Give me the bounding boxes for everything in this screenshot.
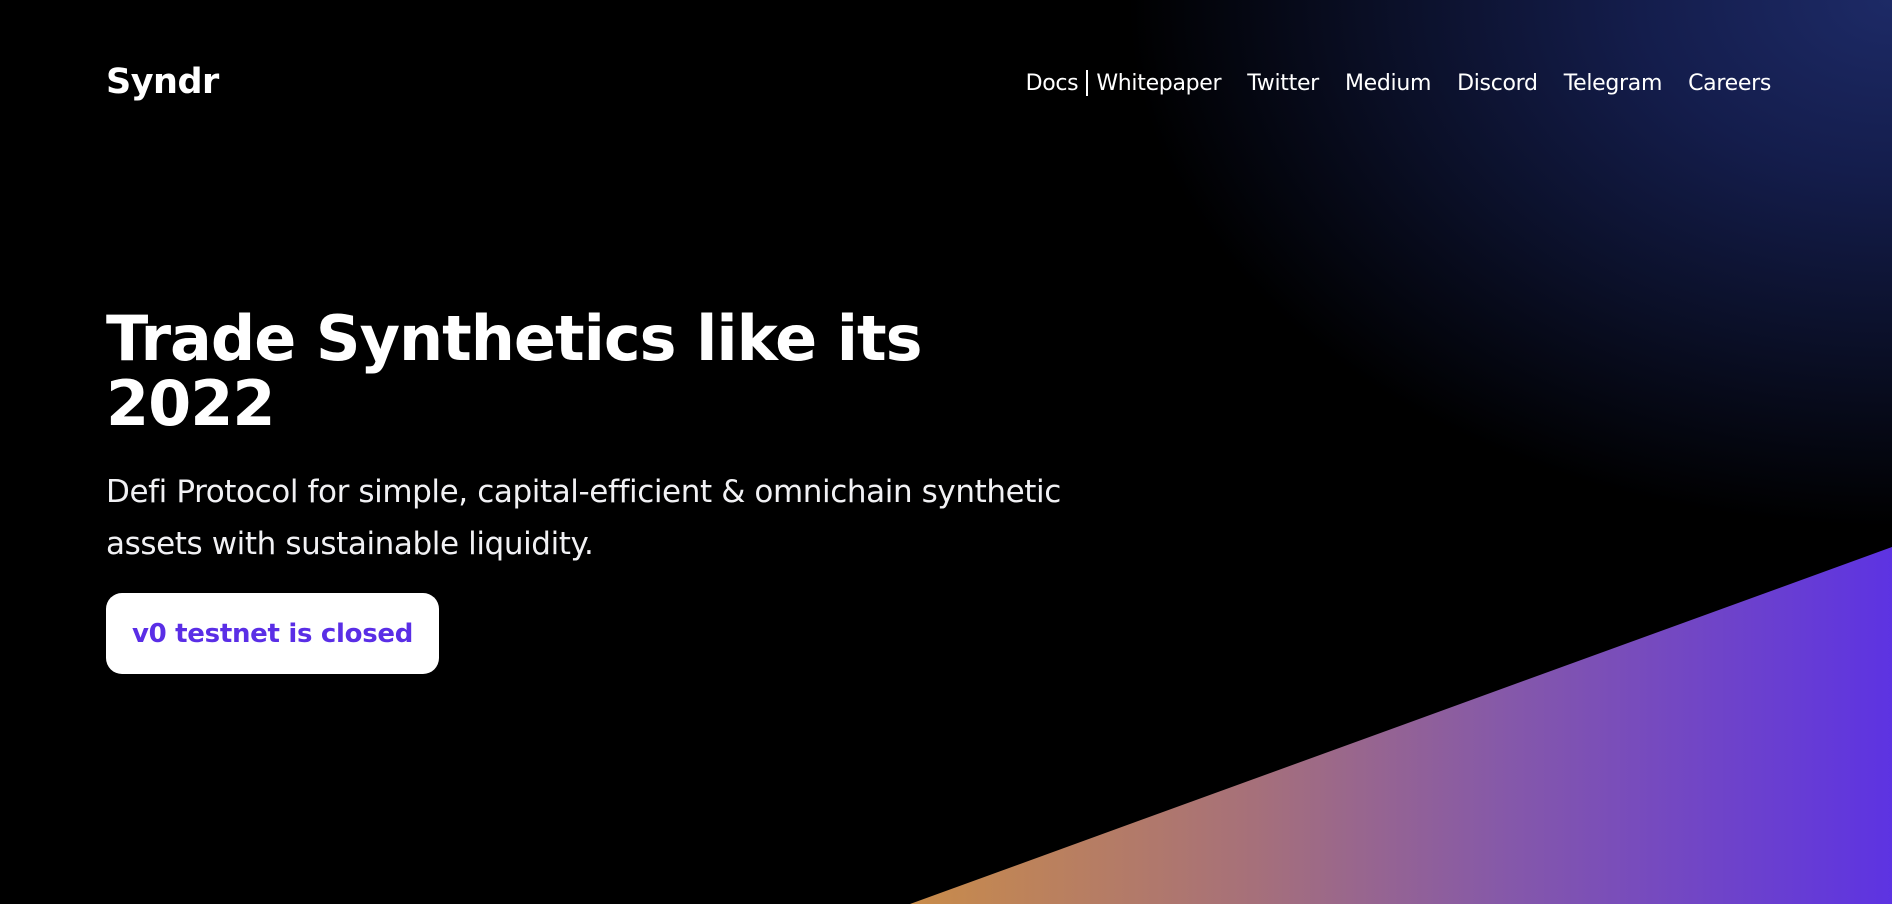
nav-link-twitter[interactable]: Twitter	[1247, 71, 1319, 96]
hero-subtitle: Defi Protocol for simple, capital-effici…	[106, 474, 1061, 562]
nav-link-whitepaper[interactable]: Whitepaper	[1096, 71, 1221, 96]
testnet-status-button[interactable]: v0 testnet is closed	[106, 593, 439, 674]
hero-title: Trade Synthetics like its 2022	[106, 302, 923, 440]
nav-link-docs[interactable]: Docs	[1026, 71, 1079, 96]
top-nav: Docs Whitepaper Twitter Medium Discord T…	[1026, 70, 1771, 96]
nav-divider	[1086, 70, 1089, 96]
brand-logo[interactable]: Syndr	[106, 62, 219, 102]
decorative-gradient-wedge	[910, 547, 1892, 904]
nav-link-medium[interactable]: Medium	[1345, 71, 1431, 96]
landing-page: Syndr Docs Whitepaper Twitter Medium Dis…	[0, 0, 1892, 904]
nav-link-careers[interactable]: Careers	[1688, 71, 1771, 96]
nav-link-telegram[interactable]: Telegram	[1564, 71, 1663, 96]
nav-link-discord[interactable]: Discord	[1457, 71, 1538, 96]
